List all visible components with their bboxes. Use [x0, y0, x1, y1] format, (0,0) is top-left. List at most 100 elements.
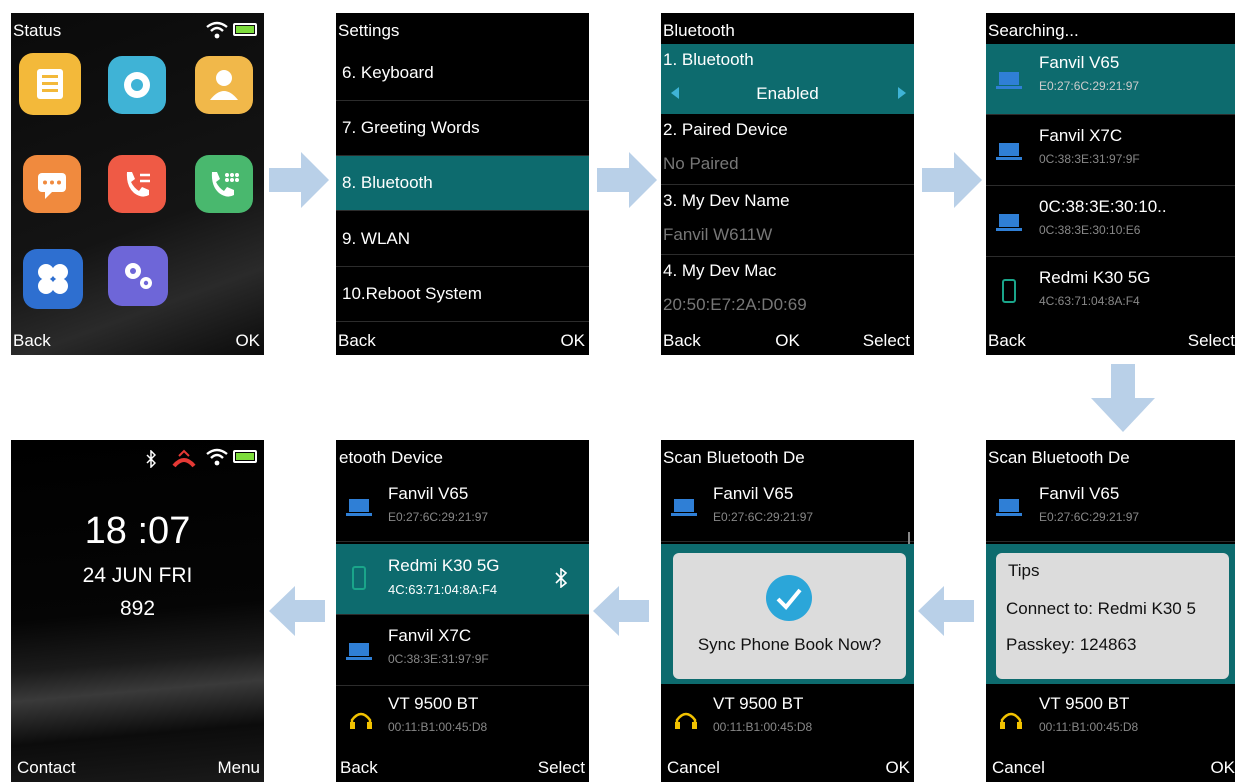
call-history-app-icon[interactable]	[108, 155, 166, 213]
flow-arrow-down-icon	[1091, 364, 1155, 437]
screen-scan-sync: Scan Bluetooth De Fanvil V65 E0:27:6C:29…	[661, 440, 914, 782]
softkey-right-ok[interactable]: OK	[885, 758, 910, 778]
device-list-item[interactable]: Fanvil V65 E0:27:6C:29:21:97	[336, 471, 589, 542]
device-mac: E0:27:6C:29:21:97	[713, 510, 814, 524]
device-mac: 00:11:B1:00:45:D8	[1039, 720, 1139, 734]
laptop-icon	[996, 143, 1022, 166]
device-list-item[interactable]: Fanvil V65 E0:27:6C:29:21:97	[661, 471, 914, 542]
advanced-settings-app-icon[interactable]	[108, 246, 168, 306]
laptop-icon	[996, 72, 1022, 95]
page-title: Scan Bluetooth De	[988, 448, 1130, 467]
softkey-right-ok[interactable]: OK	[235, 331, 260, 351]
softkey-bar: Back OK Select	[661, 327, 914, 355]
my-dev-mac-label[interactable]: 4. My Dev Mac	[663, 261, 776, 281]
softkey-left-back[interactable]: Back	[340, 758, 378, 778]
softkey-right-select[interactable]: Select	[863, 331, 910, 351]
screen-bluetooth: Bluetooth 1. Bluetooth Enabled 2. Paired…	[661, 13, 914, 355]
softkey-left-cancel[interactable]: Cancel	[992, 758, 1045, 778]
menu-item-wlan[interactable]: 9. WLAN	[336, 212, 589, 267]
paired-device-label[interactable]: 2. Paired Device	[663, 120, 788, 140]
settings-app-icon[interactable]	[108, 56, 166, 114]
apps-app-icon[interactable]	[23, 249, 83, 309]
page-title: Status	[13, 21, 62, 40]
device-mac: E0:27:6C:29:21:97	[388, 510, 489, 524]
laptop-icon	[996, 214, 1022, 237]
dialog-connect-text: Connect to: Redmi K30 5	[1006, 599, 1196, 618]
page-title: Settings	[338, 21, 400, 40]
device-name: VT 9500 BT	[713, 694, 804, 713]
flow-arrow-right-icon	[922, 152, 982, 213]
tips-dialog: Tips Connect to: Redmi K30 5 Passkey: 12…	[996, 553, 1229, 679]
page-title: Scan Bluetooth De	[663, 448, 805, 467]
flow-arrow-right-icon	[597, 152, 657, 213]
check-icon	[766, 575, 812, 626]
my-dev-name-label[interactable]: 3. My Dev Name	[663, 191, 790, 211]
softkey-left-back[interactable]: Back	[663, 331, 701, 351]
device-list-item[interactable]: VT 9500 BT 00:11:B1:00:45:D8	[661, 686, 914, 756]
flow-arrow-right-icon	[269, 152, 329, 213]
screen-home-status: Status Back OK	[11, 13, 264, 355]
softkey-right-select[interactable]: Select	[538, 758, 585, 778]
softkey-bar: Back OK	[11, 327, 264, 355]
bluetooth-value: Enabled	[756, 84, 819, 103]
headphones-icon	[1000, 710, 1022, 735]
softkey-left-back[interactable]: Back	[988, 331, 1026, 351]
device-list-item[interactable]: Redmi K30 5G 4C:63:71:04:8A:F4	[986, 257, 1235, 327]
bluetooth-icon	[555, 567, 568, 593]
dialog-message: Sync Phone Book Now?	[697, 635, 882, 654]
messages-app-icon[interactable]	[23, 155, 81, 213]
screen-idle-clock: 18 :07 24 JUN FRI 892 Contact Menu	[11, 440, 264, 782]
device-list-item[interactable]: Fanvil V65 E0:27:6C:29:21:97	[986, 471, 1235, 542]
softkey-left-contact[interactable]: Contact	[17, 758, 76, 778]
device-list-item[interactable]: 0C:38:3E:30:10.. 0C:38:3E:30:10:E6	[986, 186, 1235, 257]
device-list-item[interactable]: VT 9500 BT 00:11:B1:00:45:D8	[336, 686, 589, 756]
device-name: Redmi K30 5G	[1039, 268, 1151, 287]
menu-item-bluetooth[interactable]: 8. Bluetooth	[336, 156, 589, 211]
device-name: Fanvil V65	[1039, 53, 1120, 72]
menu-item-greeting-words[interactable]: 7. Greeting Words	[336, 101, 589, 156]
profile-app-icon[interactable]	[195, 56, 253, 114]
my-dev-mac-value: 20:50:E7:2A:D0:69	[663, 295, 807, 314]
bluetooth-label: 1. Bluetooth	[663, 50, 754, 69]
device-mac: 4C:63:71:04:8A:F4	[388, 582, 498, 597]
menu-item-label: 6. Keyboard	[342, 63, 434, 82]
softkey-center-ok[interactable]: OK	[775, 331, 800, 351]
softkey-left-back[interactable]: Back	[338, 331, 376, 351]
dialer-app-icon[interactable]	[195, 155, 253, 213]
device-list-item[interactable]: Redmi K30 5G 4C:63:71:04:8A:F4	[336, 544, 589, 615]
bluetooth-toggle-row[interactable]: 1. Bluetooth Enabled	[661, 44, 914, 114]
softkey-left-back[interactable]: Back	[13, 331, 51, 351]
phone-icon	[1002, 279, 1016, 308]
contacts-app-icon[interactable]	[19, 53, 81, 115]
page-title: Searching...	[988, 21, 1079, 40]
softkey-right-select[interactable]: Select	[1188, 331, 1235, 351]
arrow-right-icon[interactable]	[898, 86, 906, 104]
device-mac: 4C:63:71:04:8A:F4	[1039, 294, 1140, 308]
softkey-left-cancel[interactable]: Cancel	[667, 758, 720, 778]
device-name: Fanvil X7C	[1039, 126, 1123, 145]
clock-date: 24 JUN FRI	[82, 564, 193, 587]
laptop-icon	[671, 499, 697, 522]
device-list-item[interactable]: Fanvil X7C 0C:38:3E:31:97:9F	[986, 115, 1235, 186]
softkey-bar: Back Select	[336, 754, 589, 782]
device-name: 0C:38:3E:30:10..	[1039, 197, 1167, 216]
softkey-bar: Back OK	[336, 327, 589, 355]
device-list-item[interactable]: VT 9500 BT 00:11:B1:00:45:D8	[986, 686, 1235, 756]
device-list-item[interactable]: Fanvil V65 E0:27:6C:29:21:97	[986, 44, 1235, 115]
device-mac: E0:27:6C:29:21:97	[1039, 510, 1140, 524]
my-dev-name-value: Fanvil W611W	[663, 225, 773, 244]
softkey-right-menu[interactable]: Menu	[217, 758, 260, 778]
device-name: Fanvil X7C	[388, 626, 472, 645]
clock-time: 18 :07	[84, 510, 191, 552]
battery-icon	[233, 450, 257, 463]
screen-bluetooth-device: etooth Device Fanvil V65 E0:27:6C:29:21:…	[336, 440, 589, 782]
screen-scan-tips: Scan Bluetooth De Fanvil V65 E0:27:6C:29…	[986, 440, 1235, 782]
flow-arrow-left-icon	[269, 586, 325, 641]
device-list-item[interactable]: Fanvil X7C 0C:38:3E:31:97:9F	[336, 615, 589, 686]
softkey-right-ok[interactable]: OK	[560, 331, 585, 351]
menu-item-label: 7. Greeting Words	[342, 118, 480, 137]
laptop-icon	[996, 499, 1022, 522]
softkey-right-ok[interactable]: OK	[1210, 758, 1235, 778]
menu-item-reboot-system[interactable]: 10.Reboot System	[336, 267, 589, 322]
menu-item-keyboard[interactable]: 6. Keyboard	[336, 46, 589, 101]
